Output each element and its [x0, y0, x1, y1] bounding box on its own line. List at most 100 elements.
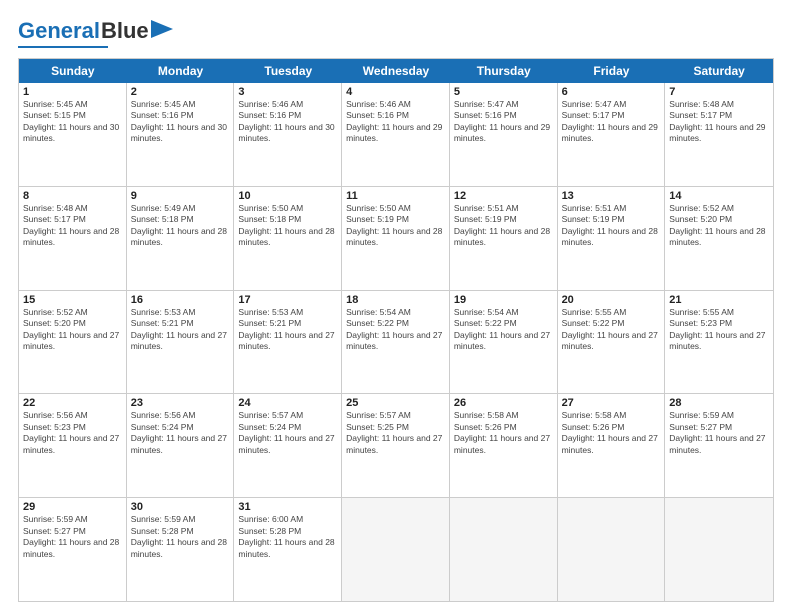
sunrise-info: Sunrise: 5:46 AM — [238, 99, 303, 109]
day-number: 8 — [23, 190, 122, 202]
sunset-info: Sunset: 5:16 PM — [238, 110, 301, 120]
sunset-info: Sunset: 5:17 PM — [669, 110, 732, 120]
empty-cell — [342, 498, 450, 601]
daylight-info: Daylight: 11 hours and 27 minutes. — [454, 330, 550, 351]
sunrise-info: Sunrise: 5:55 AM — [562, 307, 627, 317]
sunset-info: Sunset: 5:19 PM — [562, 214, 625, 224]
daylight-info: Daylight: 11 hours and 27 minutes. — [131, 433, 227, 454]
day-cell-3: 3 Sunrise: 5:46 AM Sunset: 5:16 PM Dayli… — [234, 83, 342, 186]
logo-arrow-icon — [151, 20, 173, 38]
day-cell-8: 8 Sunrise: 5:48 AM Sunset: 5:17 PM Dayli… — [19, 187, 127, 290]
day-number: 7 — [669, 86, 769, 98]
sunrise-info: Sunrise: 5:59 AM — [23, 514, 88, 524]
daylight-info: Daylight: 11 hours and 27 minutes. — [346, 330, 442, 351]
daylight-info: Daylight: 11 hours and 28 minutes. — [23, 226, 119, 247]
day-cell-1: 1 Sunrise: 5:45 AM Sunset: 5:15 PM Dayli… — [19, 83, 127, 186]
sunset-info: Sunset: 5:24 PM — [131, 422, 194, 432]
logo: General Blue — [18, 18, 173, 48]
day-number: 2 — [131, 86, 230, 98]
sunrise-info: Sunrise: 5:58 AM — [562, 410, 627, 420]
calendar-body: 1 Sunrise: 5:45 AM Sunset: 5:15 PM Dayli… — [19, 83, 773, 601]
day-number: 15 — [23, 294, 122, 306]
sunset-info: Sunset: 5:28 PM — [238, 526, 301, 536]
header-day-sunday: Sunday — [19, 59, 127, 83]
day-cell-10: 10 Sunrise: 5:50 AM Sunset: 5:18 PM Dayl… — [234, 187, 342, 290]
daylight-info: Daylight: 11 hours and 27 minutes. — [346, 433, 442, 454]
day-number: 30 — [131, 501, 230, 513]
day-cell-16: 16 Sunrise: 5:53 AM Sunset: 5:21 PM Dayl… — [127, 291, 235, 394]
sunrise-info: Sunrise: 5:59 AM — [131, 514, 196, 524]
day-cell-18: 18 Sunrise: 5:54 AM Sunset: 5:22 PM Dayl… — [342, 291, 450, 394]
sunrise-info: Sunrise: 5:55 AM — [669, 307, 734, 317]
daylight-info: Daylight: 11 hours and 28 minutes. — [131, 537, 227, 558]
header-day-tuesday: Tuesday — [234, 59, 342, 83]
sunset-info: Sunset: 5:24 PM — [238, 422, 301, 432]
sunset-info: Sunset: 5:16 PM — [346, 110, 409, 120]
day-number: 18 — [346, 294, 445, 306]
day-number: 13 — [562, 190, 661, 202]
sunrise-info: Sunrise: 5:59 AM — [669, 410, 734, 420]
day-cell-14: 14 Sunrise: 5:52 AM Sunset: 5:20 PM Dayl… — [665, 187, 773, 290]
daylight-info: Daylight: 11 hours and 28 minutes. — [346, 226, 442, 247]
sunset-info: Sunset: 5:22 PM — [562, 318, 625, 328]
day-cell-15: 15 Sunrise: 5:52 AM Sunset: 5:20 PM Dayl… — [19, 291, 127, 394]
day-number: 3 — [238, 86, 337, 98]
day-number: 19 — [454, 294, 553, 306]
daylight-info: Daylight: 11 hours and 27 minutes. — [23, 433, 119, 454]
daylight-info: Daylight: 11 hours and 29 minutes. — [562, 122, 658, 143]
sunrise-info: Sunrise: 5:45 AM — [131, 99, 196, 109]
sunrise-info: Sunrise: 5:53 AM — [238, 307, 303, 317]
week-row-4: 22 Sunrise: 5:56 AM Sunset: 5:23 PM Dayl… — [19, 394, 773, 498]
day-cell-5: 5 Sunrise: 5:47 AM Sunset: 5:16 PM Dayli… — [450, 83, 558, 186]
day-number: 29 — [23, 501, 122, 513]
week-row-3: 15 Sunrise: 5:52 AM Sunset: 5:20 PM Dayl… — [19, 291, 773, 395]
day-number: 12 — [454, 190, 553, 202]
sunset-info: Sunset: 5:16 PM — [131, 110, 194, 120]
day-number: 1 — [23, 86, 122, 98]
empty-cell — [450, 498, 558, 601]
day-number: 27 — [562, 397, 661, 409]
daylight-info: Daylight: 11 hours and 30 minutes. — [23, 122, 119, 143]
daylight-info: Daylight: 11 hours and 29 minutes. — [346, 122, 442, 143]
sunrise-info: Sunrise: 6:00 AM — [238, 514, 303, 524]
sunset-info: Sunset: 5:22 PM — [454, 318, 517, 328]
day-cell-22: 22 Sunrise: 5:56 AM Sunset: 5:23 PM Dayl… — [19, 394, 127, 497]
sunrise-info: Sunrise: 5:57 AM — [346, 410, 411, 420]
daylight-info: Daylight: 11 hours and 27 minutes. — [131, 330, 227, 351]
daylight-info: Daylight: 11 hours and 30 minutes. — [131, 122, 227, 143]
week-row-2: 8 Sunrise: 5:48 AM Sunset: 5:17 PM Dayli… — [19, 187, 773, 291]
sunset-info: Sunset: 5:19 PM — [346, 214, 409, 224]
daylight-info: Daylight: 11 hours and 27 minutes. — [238, 433, 334, 454]
day-cell-26: 26 Sunrise: 5:58 AM Sunset: 5:26 PM Dayl… — [450, 394, 558, 497]
sunrise-info: Sunrise: 5:53 AM — [131, 307, 196, 317]
daylight-info: Daylight: 11 hours and 29 minutes. — [454, 122, 550, 143]
daylight-info: Daylight: 11 hours and 28 minutes. — [562, 226, 658, 247]
day-cell-30: 30 Sunrise: 5:59 AM Sunset: 5:28 PM Dayl… — [127, 498, 235, 601]
calendar-header: SundayMondayTuesdayWednesdayThursdayFrid… — [19, 59, 773, 83]
sunset-info: Sunset: 5:20 PM — [669, 214, 732, 224]
sunset-info: Sunset: 5:27 PM — [23, 526, 86, 536]
sunset-info: Sunset: 5:18 PM — [131, 214, 194, 224]
sunset-info: Sunset: 5:23 PM — [23, 422, 86, 432]
day-cell-25: 25 Sunrise: 5:57 AM Sunset: 5:25 PM Dayl… — [342, 394, 450, 497]
day-cell-2: 2 Sunrise: 5:45 AM Sunset: 5:16 PM Dayli… — [127, 83, 235, 186]
week-row-5: 29 Sunrise: 5:59 AM Sunset: 5:27 PM Dayl… — [19, 498, 773, 601]
logo-blue: Blue — [101, 18, 149, 44]
daylight-info: Daylight: 11 hours and 27 minutes. — [562, 433, 658, 454]
daylight-info: Daylight: 11 hours and 27 minutes. — [454, 433, 550, 454]
empty-cell — [558, 498, 666, 601]
day-cell-6: 6 Sunrise: 5:47 AM Sunset: 5:17 PM Dayli… — [558, 83, 666, 186]
sunrise-info: Sunrise: 5:51 AM — [562, 203, 627, 213]
day-number: 5 — [454, 86, 553, 98]
daylight-info: Daylight: 11 hours and 30 minutes. — [238, 122, 334, 143]
sunrise-info: Sunrise: 5:49 AM — [131, 203, 196, 213]
sunset-info: Sunset: 5:23 PM — [669, 318, 732, 328]
daylight-info: Daylight: 11 hours and 27 minutes. — [669, 330, 765, 351]
sunrise-info: Sunrise: 5:52 AM — [669, 203, 734, 213]
logo-general: General — [18, 18, 100, 44]
sunset-info: Sunset: 5:20 PM — [23, 318, 86, 328]
sunset-info: Sunset: 5:27 PM — [669, 422, 732, 432]
day-number: 28 — [669, 397, 769, 409]
empty-cell — [665, 498, 773, 601]
day-cell-23: 23 Sunrise: 5:56 AM Sunset: 5:24 PM Dayl… — [127, 394, 235, 497]
